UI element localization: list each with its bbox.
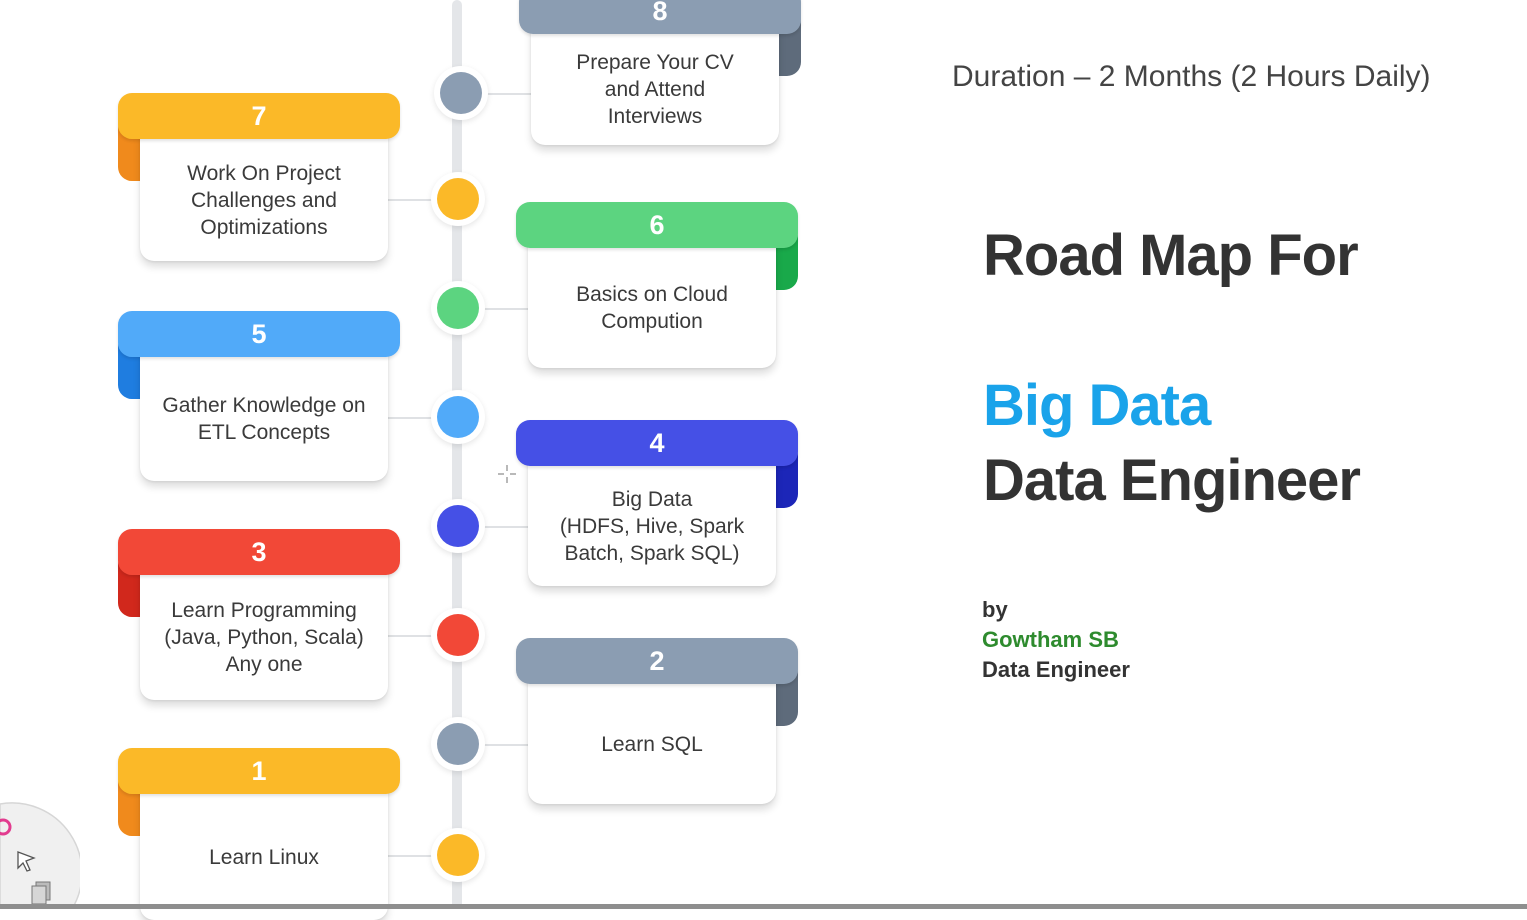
step-card-5: Gather Knowledge on ETL Concepts 5 (118, 311, 400, 481)
step-4-number: 4 (649, 427, 665, 458)
step-8-text: Prepare Your CV and Attend Interviews (576, 51, 734, 128)
step-6-number: 6 (649, 209, 665, 240)
step-6-text: Basics on Cloud Compution (576, 283, 728, 333)
pen-tool-icon[interactable] (0, 790, 80, 909)
title-line-3: Data Engineer (983, 448, 1361, 513)
step-2-text: Learn SQL (601, 732, 703, 756)
step-3-number-tab: 3 (118, 529, 400, 575)
byline-by: by (982, 597, 1008, 622)
step-5-text: Gather Knowledge on ETL Concepts (162, 394, 366, 444)
step-card-1: Learn Linux 1 (118, 748, 400, 920)
step-1-text: Learn Linux (209, 845, 319, 869)
step-1-number-tab: 1 (118, 748, 400, 794)
step-7-dot (437, 178, 479, 220)
step-8-dot (440, 72, 482, 114)
step-card-4: Big Data (HDFS, Hive, Spark Batch, Spark… (516, 420, 798, 586)
move-cursor-icon (498, 465, 516, 483)
step-2-number: 2 (649, 645, 665, 676)
step-7-number: 7 (251, 100, 267, 131)
step-8-body: Prepare Your CV and Attend Interviews (531, 26, 779, 145)
step-8-number-tab: 8 (519, 0, 801, 34)
step-6-dot (437, 287, 479, 329)
byline-author: Gowtham SB (982, 627, 1119, 652)
step-7-text: Work On Project Challenges and Optimizat… (187, 161, 341, 239)
step-2-number-tab: 2 (516, 638, 798, 684)
byline-role: Data Engineer (982, 657, 1130, 682)
step-card-3: Learn Programming (Java, Python, Scala) … (118, 529, 400, 700)
step-1-body: Learn Linux (140, 786, 388, 920)
bottom-bar (0, 904, 1527, 909)
step-1-dot (437, 834, 479, 876)
step-3-body: Learn Programming (Java, Python, Scala) … (140, 567, 388, 700)
step-7-number-tab: 7 (118, 93, 400, 139)
step-3-text: Learn Programming (Java, Python, Scala) … (164, 599, 364, 676)
duration-text: Duration – 2 Months (2 Hours Daily) (952, 60, 1431, 93)
step-card-7: Work On Project Challenges and Optimizat… (118, 93, 400, 261)
step-2-dot (437, 723, 479, 765)
step-5-number-tab: 5 (118, 311, 400, 357)
step-7-body: Work On Project Challenges and Optimizat… (140, 131, 388, 261)
step-4-body: Big Data (HDFS, Hive, Spark Batch, Spark… (528, 458, 776, 586)
step-3-number: 3 (251, 536, 267, 567)
step-5-dot (437, 396, 479, 438)
step-4-dot (437, 505, 479, 547)
step-6-number-tab: 6 (516, 202, 798, 248)
step-4-number-tab: 4 (516, 420, 798, 466)
step-card-8: Prepare Your CV and Attend Interviews 8 (519, 0, 801, 145)
step-8-number: 8 (652, 0, 668, 26)
timeline-line (452, 0, 462, 909)
title-line-2: Big Data (983, 373, 1211, 438)
step-card-2: Learn SQL 2 (516, 638, 798, 804)
step-4-text: Big Data (HDFS, Hive, Spark Batch, Spark… (559, 487, 745, 565)
step-2-body: Learn SQL (528, 676, 776, 804)
title-line-1: Road Map For (983, 223, 1359, 288)
step-3-dot (437, 614, 479, 656)
step-5-number: 5 (251, 318, 267, 349)
step-1-number: 1 (251, 755, 267, 786)
step-5-body: Gather Knowledge on ETL Concepts (140, 349, 388, 481)
step-card-6: Basics on Cloud Compution 6 (516, 202, 798, 368)
step-6-body: Basics on Cloud Compution (528, 240, 776, 368)
